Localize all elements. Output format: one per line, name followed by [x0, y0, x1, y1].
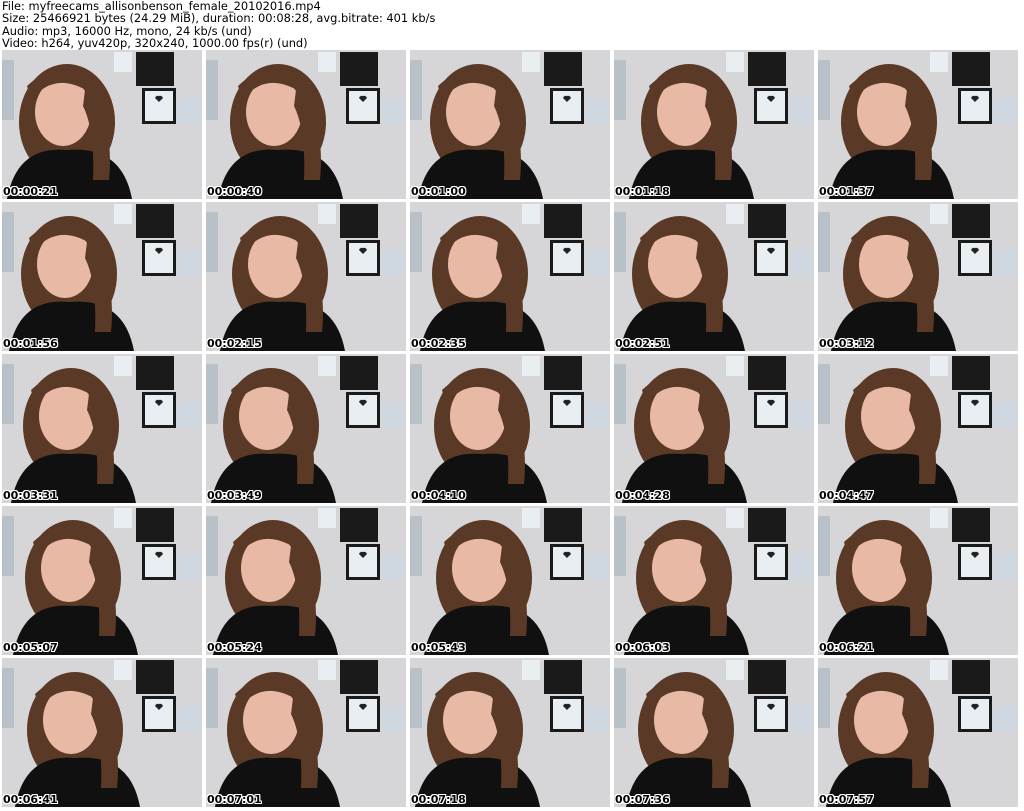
frame-image [818, 202, 1018, 351]
frame-image [410, 354, 610, 503]
video-thumbnail: 00:01:56 [2, 202, 202, 351]
video-thumbnail: 00:06:21 [818, 506, 1018, 655]
frame-image [410, 658, 610, 807]
thumbnail-timestamp: 00:04:10 [411, 489, 466, 502]
frame-image [410, 506, 610, 655]
frame-image [818, 658, 1018, 807]
video-thumbnail: 00:04:47 [818, 354, 1018, 503]
video-thumbnail: 00:04:10 [410, 354, 610, 503]
video-thumbnail: 00:01:37 [818, 50, 1018, 199]
thumbnail-timestamp: 00:01:56 [3, 337, 58, 350]
frame-image [2, 354, 202, 503]
frame-image [206, 202, 406, 351]
thumbnail-timestamp: 00:00:40 [207, 185, 262, 198]
thumbnail-timestamp: 00:07:57 [819, 793, 874, 806]
frame-image [206, 658, 406, 807]
video-thumbnail: 00:00:40 [206, 50, 406, 199]
file-info-header: File: myfreecams_allisonbenson_female_20… [2, 0, 1022, 50]
video-thumbnail: 00:00:21 [2, 50, 202, 199]
frame-image [206, 354, 406, 503]
frame-image [206, 506, 406, 655]
video-thumbnail: 00:06:41 [2, 658, 202, 807]
thumbnail-timestamp: 00:00:21 [3, 185, 58, 198]
frame-image [818, 354, 1018, 503]
frame-image [614, 202, 814, 351]
video-thumbnail: 00:05:43 [410, 506, 610, 655]
video-thumbnail: 00:07:36 [614, 658, 814, 807]
video-thumbnail: 00:05:07 [2, 506, 202, 655]
video-thumbnail: 00:04:28 [614, 354, 814, 503]
thumbnail-timestamp: 00:05:24 [207, 641, 262, 654]
video-thumbnail: 00:03:12 [818, 202, 1018, 351]
frame-image [2, 658, 202, 807]
thumbnail-timestamp: 00:02:15 [207, 337, 262, 350]
thumbnail-timestamp: 00:04:47 [819, 489, 874, 502]
frame-image [2, 506, 202, 655]
video-thumbnail: 00:02:35 [410, 202, 610, 351]
video-thumbnail: 00:03:31 [2, 354, 202, 503]
video-thumbnail: 00:02:51 [614, 202, 814, 351]
frame-image [2, 50, 202, 199]
video-thumbnail: 00:07:18 [410, 658, 610, 807]
thumbnail-timestamp: 00:03:31 [3, 489, 58, 502]
video-thumbnail: 00:06:03 [614, 506, 814, 655]
frame-image [2, 202, 202, 351]
thumbnail-timestamp: 00:07:01 [207, 793, 262, 806]
thumbnail-timestamp: 00:05:07 [3, 641, 58, 654]
video-info-line: Video: h264, yuv420p, 320x240, 1000.00 f… [2, 36, 308, 51]
video-thumbnail: 00:01:18 [614, 50, 814, 199]
frame-image [410, 202, 610, 351]
thumbnail-timestamp: 00:02:35 [411, 337, 466, 350]
frame-image [818, 506, 1018, 655]
video-thumbnail: 00:05:24 [206, 506, 406, 655]
video-thumbnail: 00:02:15 [206, 202, 406, 351]
thumbnail-timestamp: 00:05:43 [411, 641, 466, 654]
frame-image [614, 658, 814, 807]
frame-image [614, 354, 814, 503]
thumbnail-timestamp: 00:06:41 [3, 793, 58, 806]
frame-image [206, 50, 406, 199]
thumbnail-timestamp: 00:06:03 [615, 641, 670, 654]
thumbnail-timestamp: 00:04:28 [615, 489, 670, 502]
thumbnail-timestamp: 00:06:21 [819, 641, 874, 654]
thumbnail-timestamp: 00:07:36 [615, 793, 670, 806]
thumbnail-timestamp: 00:03:12 [819, 337, 874, 350]
frame-image [818, 50, 1018, 199]
thumbnail-grid: 00:00:21 00:00:40 00:01:00 00:01:18 00:01:37… [2, 50, 1024, 811]
thumbnail-timestamp: 00:03:49 [207, 489, 262, 502]
frame-image [410, 50, 610, 199]
thumbnail-timestamp: 00:01:37 [819, 185, 874, 198]
file-size-line: Size: 25466921 bytes (24.29 MiB), durati… [2, 11, 436, 26]
thumbnail-timestamp: 00:02:51 [615, 337, 670, 350]
thumbnail-timestamp: 00:01:00 [411, 185, 466, 198]
video-thumbnail: 00:03:49 [206, 354, 406, 503]
video-thumbnail: 00:07:01 [206, 658, 406, 807]
video-thumbnail: 00:01:00 [410, 50, 610, 199]
thumbnail-timestamp: 00:07:18 [411, 793, 466, 806]
video-thumbnail: 00:07:57 [818, 658, 1018, 807]
frame-image [614, 506, 814, 655]
thumbnail-timestamp: 00:01:18 [615, 185, 670, 198]
frame-image [614, 50, 814, 199]
